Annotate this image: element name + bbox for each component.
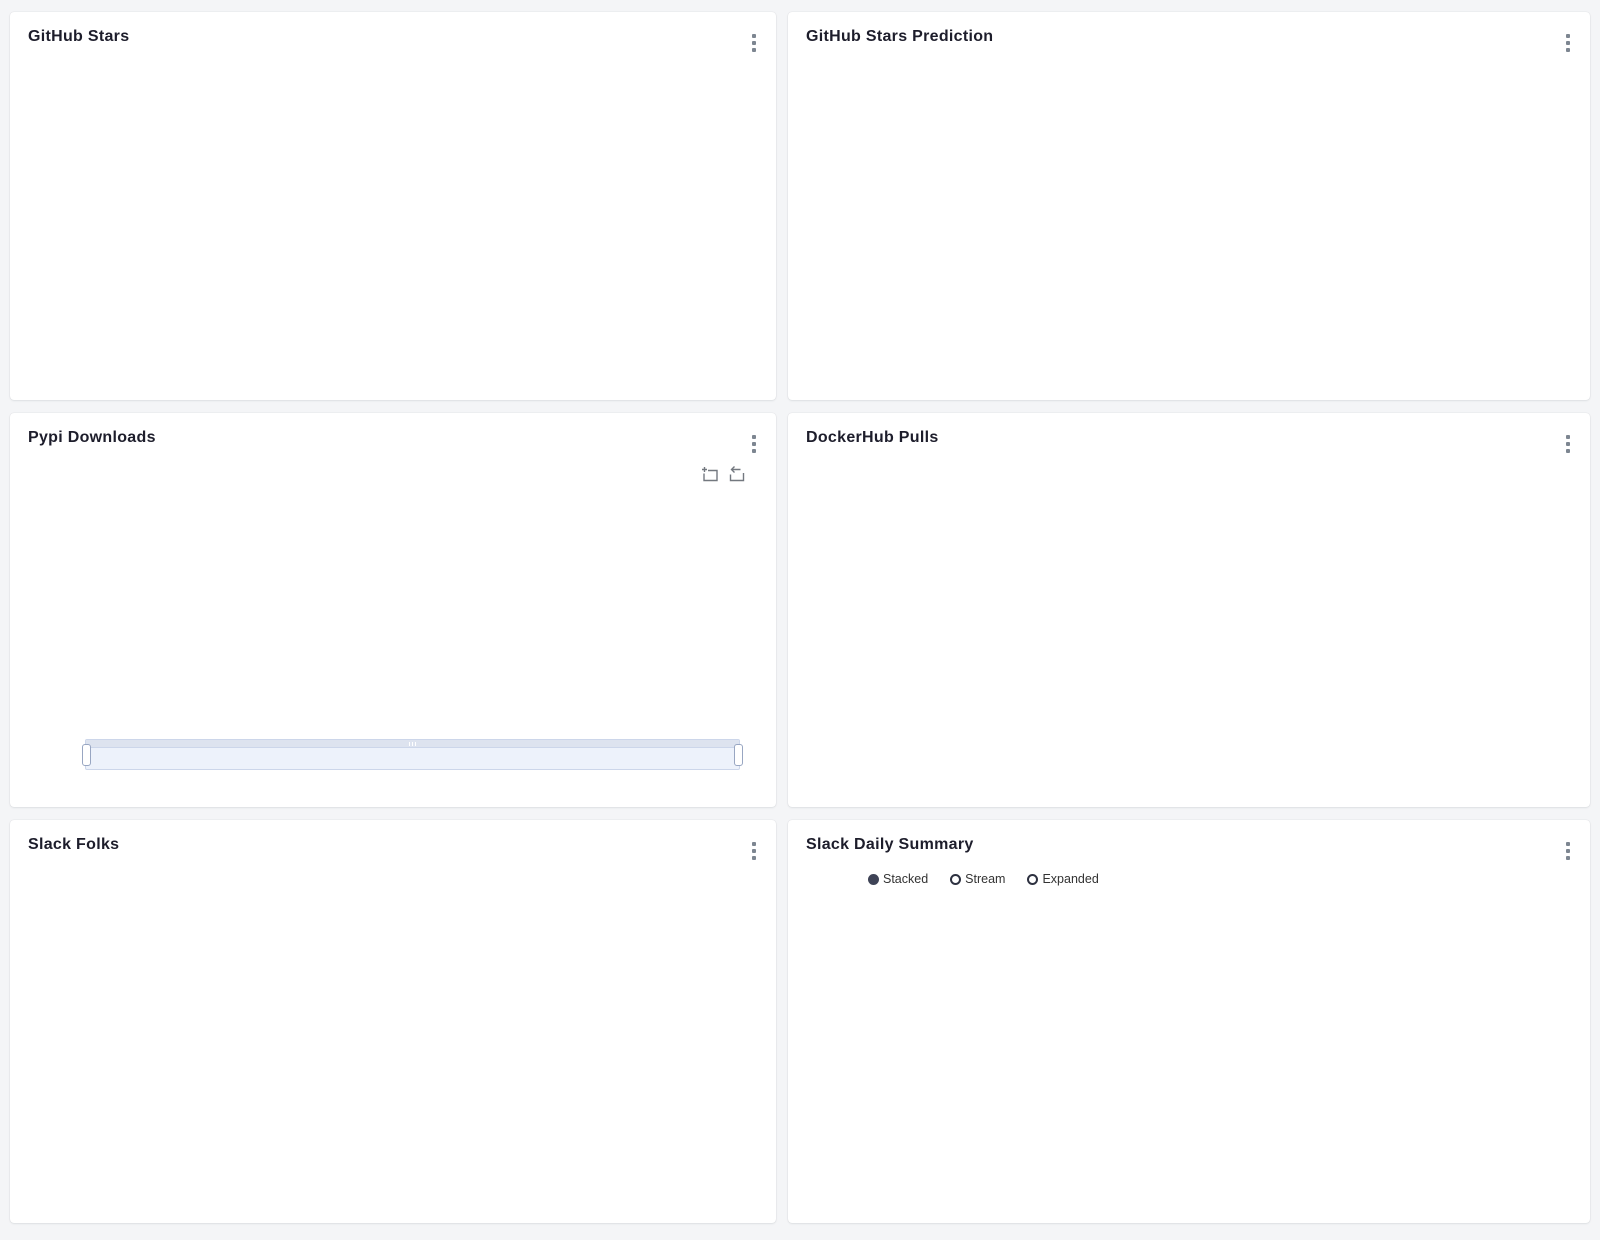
- card-pypi-downloads: Pypi Downloads: [10, 413, 776, 807]
- card-dockerhub-pulls: DockerHub Pulls: [788, 413, 1590, 807]
- datazoom-handle-left[interactable]: [82, 744, 91, 766]
- legend-item-expanded[interactable]: Expanded: [1027, 872, 1098, 886]
- card-slack-daily-summary: Slack Daily Summary Stacked Stream Expan…: [788, 820, 1590, 1223]
- datazoom-icon[interactable]: [701, 465, 719, 483]
- legend-ring-circle-icon: [950, 874, 961, 885]
- github-stars-chart: [10, 12, 776, 400]
- chart-toolbox: [701, 465, 746, 483]
- legend-item-stream[interactable]: Stream: [950, 872, 1005, 886]
- legend-filled-circle-icon: [868, 874, 879, 885]
- kebab-menu-icon[interactable]: [748, 838, 760, 864]
- legend-ring-circle-icon: [1027, 874, 1038, 885]
- legend-item-stacked[interactable]: Stacked: [868, 872, 928, 886]
- card-slack-folks: Slack Folks: [10, 820, 776, 1223]
- restore-icon[interactable]: [728, 465, 746, 483]
- chart-legend: Stacked Stream Expanded: [868, 872, 1099, 886]
- slack-folks-treemap: [28, 866, 768, 1218]
- github-stars-prediction-chart: [788, 12, 1590, 400]
- datazoom-slider[interactable]: [85, 739, 740, 770]
- panel-title: Slack Folks: [28, 836, 119, 854]
- datazoom-minimap: [86, 746, 739, 768]
- dockerhub-pulls-chart: [788, 413, 1590, 807]
- card-github-stars-prediction: GitHub Stars Prediction: [788, 12, 1590, 400]
- card-github-stars: GitHub Stars: [10, 12, 776, 400]
- datazoom-handle-right[interactable]: [734, 744, 743, 766]
